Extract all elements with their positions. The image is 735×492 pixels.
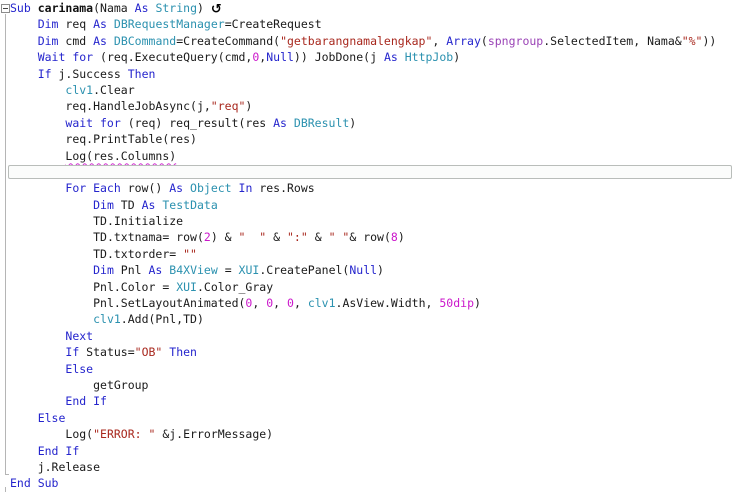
fold-collapse-icon[interactable] (1, 4, 10, 13)
resumable-sub-icon: ↺ (210, 2, 222, 17)
code-line: Next (65, 328, 94, 343)
code-line: Dim Pnl As B4XView = XUI.CreatePanel(Nul… (93, 263, 384, 278)
code-line: Dim TD As TestData (93, 197, 218, 212)
code-line: clv1.Clear (65, 82, 135, 97)
code-line: Else (65, 361, 94, 376)
fold-guide-end-tick (5, 474, 9, 475)
code-line: Log(res.Columns) (10, 148, 735, 164)
code-line: Dim cmd As DBCommand=CreateCommand("getb… (37, 33, 717, 48)
code-line: For Each row() As Object In res.Rows (65, 181, 315, 196)
code-line: req.PrintTable(res) (65, 132, 197, 147)
code-line: wait for (req) req_result(res As DBResul… (65, 115, 357, 130)
code-line: req.HandleJobAsync(j,"req") (65, 99, 253, 114)
code-line: j.Release (37, 459, 101, 474)
code-line: Log("ERROR: " &j.ErrorMessage) (65, 427, 274, 442)
code-line: End If (65, 394, 107, 409)
code-line: clv1.Add(Pnl,TD) (93, 312, 204, 327)
code-line (8, 164, 735, 180)
code-line: Pnl.SetLayoutAnimated(0, 0, 0, clv1.AsVi… (93, 296, 481, 311)
code-area[interactable]: Sub carinama(Nama As String) ↺ Dim req A… (8, 0, 735, 492)
code-line: End Sub (10, 476, 59, 491)
code-line: Dim req As DBRequestManager=CreateReques… (37, 17, 322, 32)
fold-guide-next-stub (5, 487, 6, 492)
code-line: TD.txtnama= row(2) & " " & ":" & " "& ro… (93, 230, 405, 245)
code-editor[interactable]: Sub carinama(Nama As String) ↺ Dim req A… (0, 0, 735, 492)
fold-guide-line (5, 14, 6, 474)
code-line: Wait for (req.ExecuteQuery(cmd,0,Null)) … (37, 50, 461, 65)
code-line: TD.txtorder= "" (93, 246, 197, 261)
code-line: If Status="OB" Then (65, 345, 197, 360)
warning-wavy-underline: Log(res.Columns) (65, 148, 177, 163)
code-line: getGroup (93, 377, 149, 392)
code-line: Else (37, 410, 66, 425)
code-line: End If (37, 443, 80, 458)
code-line: Pnl.Color = XUI.Color_Gray (93, 279, 274, 294)
code-line: TD.Initialize (93, 214, 184, 229)
code-line: If j.Success Then (37, 66, 156, 81)
code-line: Sub carinama(Nama As String) ↺ (10, 1, 222, 17)
current-line-highlight (8, 164, 732, 179)
